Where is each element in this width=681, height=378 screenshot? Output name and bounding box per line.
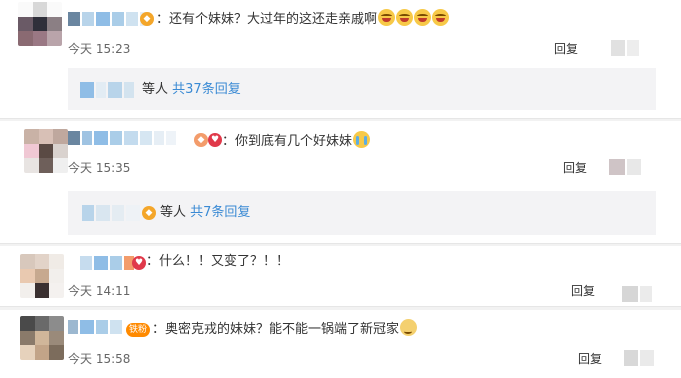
laughing-tears-icon [432, 9, 450, 26]
sub-thread-people-label: 等人 [160, 205, 187, 220]
username-blurred[interactable] [68, 320, 122, 334]
comment-timestamp: 今天 14:11 [68, 284, 131, 298]
sub-thread-avatars-blurred [82, 205, 140, 221]
sub-thread-box: ◆ 等人 共7条回复 [68, 191, 656, 235]
divider [0, 306, 681, 307]
comment-text: ：什么！！又变了？！！ [146, 254, 290, 269]
username-blurred[interactable] [68, 12, 150, 26]
comment-text: 铁粉 ：奥密克戎的妹妹？能不能一锅端了新冠家 [126, 319, 418, 339]
laughing-tears-icon [396, 9, 414, 26]
comment-timestamp: 今天 15:23 [68, 42, 131, 56]
comment-item: 铁粉 ：奥密克戎的妹妹？能不能一锅端了新冠家 今天 15:58 回复 [0, 310, 681, 378]
avatar[interactable] [20, 316, 64, 360]
reply-button[interactable]: 回复 [571, 282, 595, 299]
comment-item: ♥ ：什么！！又变了？！！ 今天 14:11 回复 [0, 246, 681, 306]
comment-text: ：还有个妹妹？大过年的这还走亲戚啊 [156, 9, 450, 29]
sub-thread-people-label: 等人 [142, 82, 169, 97]
divider [0, 118, 681, 119]
heart-badge-icon: ♥ [208, 133, 222, 147]
fan-badge-icon: ◆ [140, 12, 154, 26]
comment-item: ◆ ：还有个妹妹？大过年的这还走亲戚啊 今天 15:23 回复 等人 共37条回… [0, 0, 681, 118]
reply-button[interactable]: 回复 [563, 159, 587, 176]
heart-badge-icon: ♥ [132, 256, 146, 270]
view-replies-link[interactable]: 共7条回复 [190, 205, 250, 220]
view-replies-link[interactable]: 共37条回复 [172, 82, 241, 97]
fan-level-badge: 铁粉 [126, 323, 151, 337]
sub-thread-avatars-blurred [80, 82, 134, 98]
sub-thread-box: 等人 共37条回复 [68, 68, 656, 110]
username-blurred[interactable] [68, 131, 176, 145]
comment-item: ◆ ♥ ：你到底有几个好妹妹 今天 15:35 回复 ◆ 等人 共7条回复 [0, 121, 681, 243]
laughing-tears-icon [414, 9, 432, 26]
divider [0, 243, 681, 244]
laughing-tears-icon [378, 9, 396, 26]
reply-button[interactable]: 回复 [554, 40, 578, 57]
crying-icon [353, 131, 371, 148]
like-area-blurred[interactable] [622, 286, 652, 302]
comment-timestamp: 今天 15:35 [68, 161, 131, 175]
like-area-blurred[interactable] [609, 159, 641, 175]
avatar[interactable] [24, 129, 68, 173]
doge-icon [400, 319, 418, 336]
fan-badge-icon: ◆ [142, 206, 156, 220]
like-area-blurred[interactable] [624, 350, 654, 366]
comment-timestamp: 今天 15:58 [68, 352, 131, 366]
avatar[interactable] [18, 2, 62, 46]
fan-badge-icon: ◆ [194, 133, 208, 147]
like-area-blurred[interactable] [611, 40, 639, 56]
sub-thread-summary: 等人 共37条回复 [142, 81, 241, 99]
reply-button[interactable]: 回复 [578, 350, 602, 367]
username-blurred[interactable] [80, 256, 134, 270]
sub-thread-summary: 等人 共7条回复 [160, 204, 250, 222]
comment-text: ：你到底有几个好妹妹 [222, 131, 371, 151]
avatar[interactable] [20, 254, 64, 298]
